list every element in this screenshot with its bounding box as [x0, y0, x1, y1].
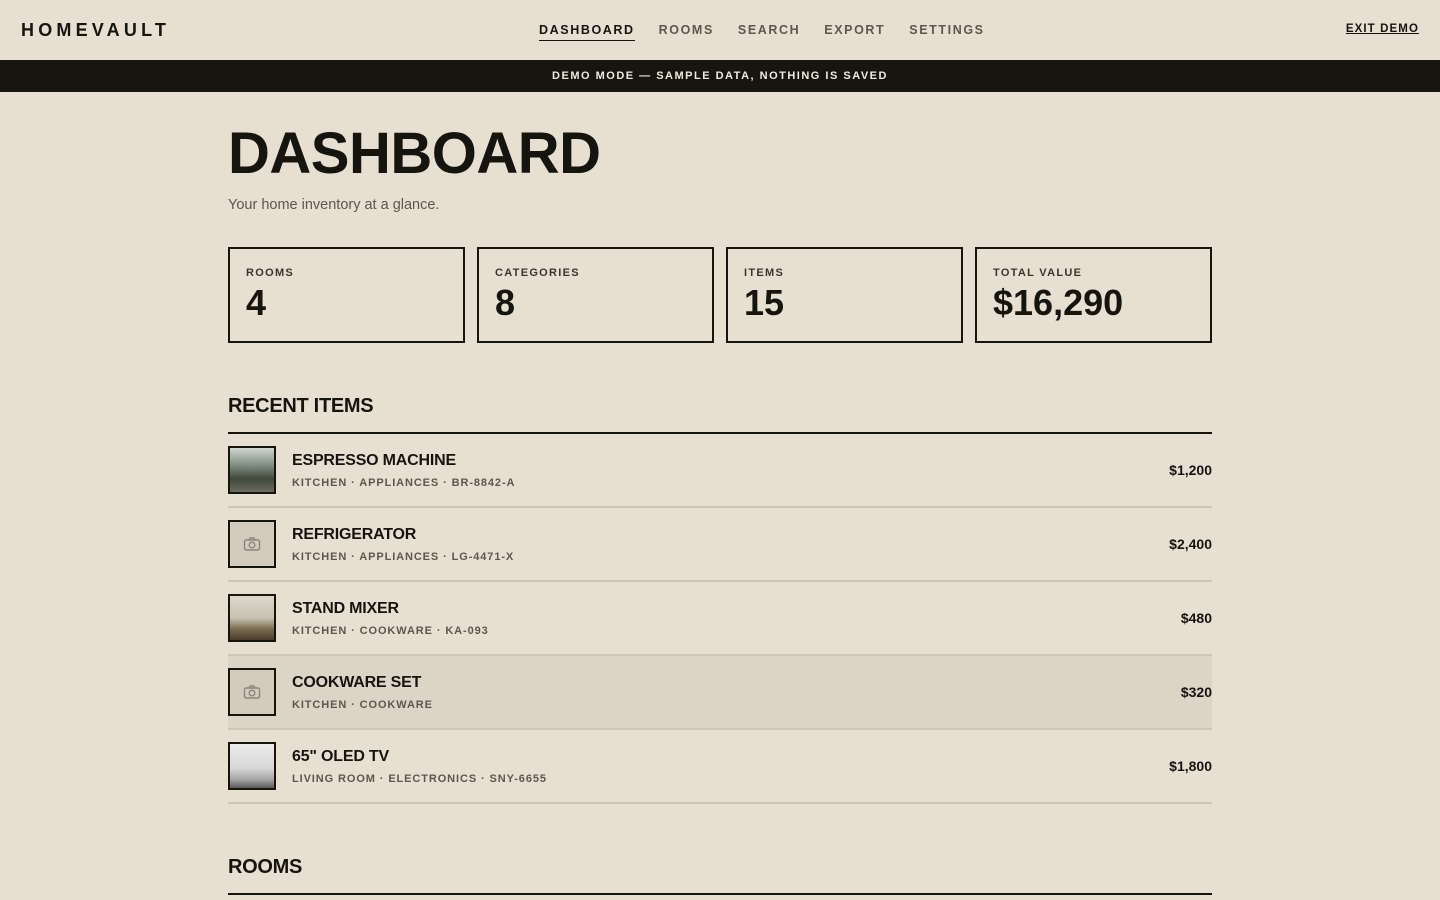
brand-logo[interactable]: HOMEVAULT — [21, 20, 170, 41]
stat-total-value: TOTAL VALUE $16,290 — [975, 247, 1212, 343]
page-title: DASHBOARD — [228, 121, 601, 186]
item-meta: KITCHEN · COOKWARE · KA-093 — [292, 624, 489, 637]
camera-icon — [243, 685, 261, 699]
stat-label: ROOMS — [246, 267, 295, 279]
item-price: $2,400 — [1169, 536, 1212, 552]
nav-rooms[interactable]: ROOMS — [659, 23, 714, 41]
stat-value: 8 — [495, 282, 516, 323]
item-photo — [228, 594, 276, 642]
nav-dashboard[interactable]: DASHBOARD — [539, 23, 635, 41]
recent-items-list: ESPRESSO MACHINE KITCHEN · APPLIANCES · … — [228, 434, 1212, 804]
item-price: $1,200 — [1169, 462, 1212, 478]
item-meta: KITCHEN · APPLIANCES · LG-4471-X — [292, 550, 515, 563]
item-name: REFRIGERATOR — [292, 525, 417, 543]
top-nav: HOMEVAULT DASHBOARD ROOMS SEARCH EXPORT … — [0, 0, 1440, 60]
stats-row: ROOMS 4 CATEGORIES 8 ITEMS 15 TOTAL VALU… — [228, 247, 1212, 343]
rooms-heading: ROOMS — [228, 856, 1212, 895]
dashboard-main: DASHBOARD Your home inventory at a glanc… — [228, 92, 1212, 895]
list-item[interactable]: COOKWARE SET KITCHEN · COOKWARE $320 — [228, 656, 1212, 730]
list-item[interactable]: ESPRESSO MACHINE KITCHEN · APPLIANCES · … — [228, 434, 1212, 508]
exit-demo-link[interactable]: EXIT DEMO — [1346, 23, 1419, 35]
item-name: COOKWARE SET — [292, 673, 422, 691]
item-price: $320 — [1180, 684, 1212, 700]
stat-value: 4 — [246, 282, 267, 323]
item-photo — [228, 742, 276, 790]
recent-items-heading: RECENT ITEMS — [228, 395, 1212, 434]
list-item[interactable]: STAND MIXER KITCHEN · COOKWARE · KA-093 … — [228, 582, 1212, 656]
item-photo-placeholder — [228, 520, 276, 568]
stat-label: TOTAL VALUE — [993, 267, 1083, 279]
item-photo — [228, 446, 276, 494]
nav-export[interactable]: EXPORT — [824, 23, 885, 41]
stat-label: CATEGORIES — [495, 267, 580, 279]
item-meta: KITCHEN · APPLIANCES · BR-8842-A — [292, 476, 516, 489]
item-meta: LIVING ROOM · ELECTRONICS · SNY-6655 — [292, 772, 547, 785]
list-item[interactable]: 65" OLED TV LIVING ROOM · ELECTRONICS · … — [228, 730, 1212, 804]
item-name: STAND MIXER — [292, 599, 399, 617]
list-item[interactable]: REFRIGERATOR KITCHEN · APPLIANCES · LG-4… — [228, 508, 1212, 582]
item-name: ESPRESSO MACHINE — [292, 451, 456, 469]
page-subtitle: Your home inventory at a glance. — [228, 197, 440, 213]
stat-rooms: ROOMS 4 — [228, 247, 465, 343]
nav-settings[interactable]: SETTINGS — [909, 23, 984, 41]
camera-icon — [243, 537, 261, 551]
item-name: 65" OLED TV — [292, 747, 389, 765]
demo-banner: DEMO MODE — SAMPLE DATA, NOTHING IS SAVE… — [0, 60, 1440, 92]
item-price: $1,800 — [1169, 758, 1212, 774]
stat-value: 15 — [744, 282, 785, 323]
main-nav: DASHBOARD ROOMS SEARCH EXPORT SETTINGS — [539, 23, 985, 41]
nav-search[interactable]: SEARCH — [738, 23, 800, 41]
item-meta: KITCHEN · COOKWARE — [292, 698, 433, 711]
stat-items: ITEMS 15 — [726, 247, 963, 343]
item-price: $480 — [1180, 610, 1212, 626]
stat-label: ITEMS — [744, 267, 785, 279]
stat-categories: CATEGORIES 8 — [477, 247, 714, 343]
item-photo-placeholder — [228, 668, 276, 716]
stat-value: $16,290 — [993, 282, 1124, 323]
